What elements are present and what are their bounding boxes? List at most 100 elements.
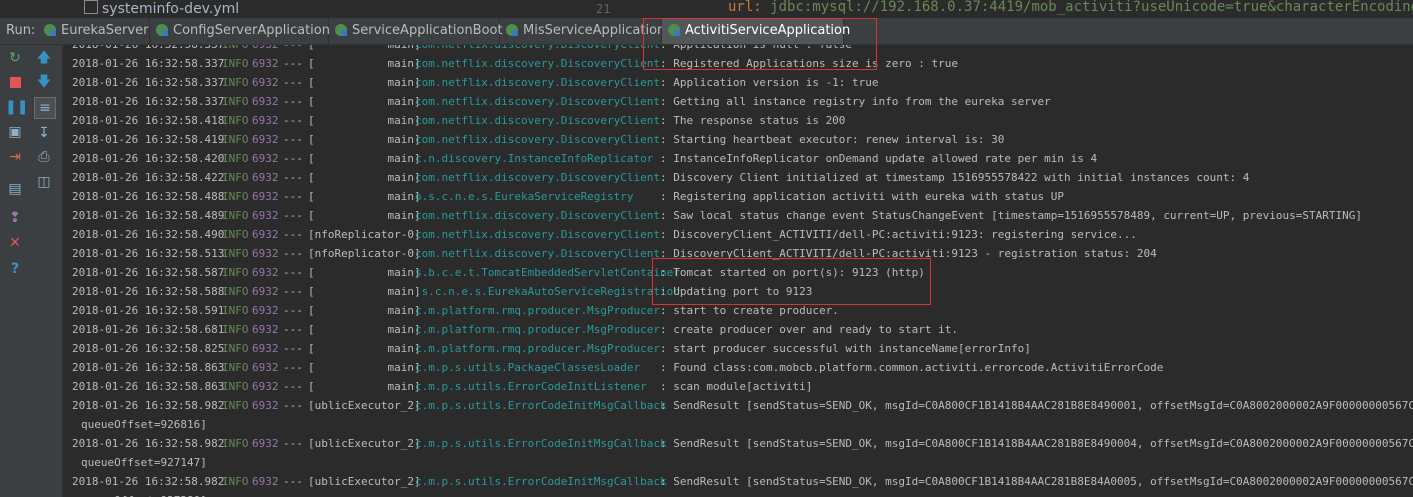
- log-thread: [ main]: [308, 380, 421, 393]
- log-continuation: queueOffset=927147]: [81, 456, 207, 469]
- log-level: INFO: [222, 228, 249, 241]
- log-message: : Registering application activiti with …: [660, 190, 1064, 203]
- down-arrow-icon[interactable]: 🡇: [34, 72, 54, 92]
- editor-file-tab[interactable]: systeminfo-dev.yml: [84, 0, 239, 17]
- up-arrow-icon[interactable]: 🡅: [34, 48, 54, 68]
- log-separator: ---: [283, 209, 303, 222]
- log-logger: c.m.platform.rmq.producer.MsgProducer: [415, 304, 661, 317]
- log-level: INFO: [222, 57, 249, 70]
- log-message: : DiscoveryClient_ACTIVITI/dell-PC:activ…: [660, 228, 1137, 241]
- log-logger: c.m.p.s.utils.ErrorCodeInitMsgCallback: [415, 437, 667, 450]
- code-line: url: jdbc:mysql://192.168.0.37:4419/mob_…: [728, 0, 1413, 15]
- tab-label: EurekaServer: [61, 23, 149, 38]
- log-separator: ---: [283, 475, 303, 488]
- log-timestamp: 2018-01-26 16:32:58.591: [72, 304, 225, 317]
- log-message: : Discovery Client initialized at timest…: [660, 171, 1250, 184]
- log-thread: [ main]: [308, 190, 421, 203]
- log-timestamp: 2018-01-26 16:32:58.982: [72, 437, 225, 450]
- log-line: 2018-01-26 16:32:58.488 INFO 6932 --- [ main…: [63, 187, 1413, 206]
- log-pid: 6932: [252, 228, 279, 241]
- camera-icon[interactable]: ▣: [5, 122, 25, 142]
- log-pid: 6932: [252, 342, 279, 355]
- log-pid: 6932: [252, 114, 279, 127]
- log-pid: 6932: [252, 209, 279, 222]
- help-icon[interactable]: ?: [5, 259, 25, 279]
- log-thread: [ublicExecutor_2]: [308, 399, 421, 412]
- log-logger: com.netflix.discovery.DiscoveryClient: [415, 209, 661, 222]
- log-logger: com.netflix.discovery.DiscoveryClient: [415, 228, 661, 241]
- log-logger: com.netflix.discovery.DiscoveryClient: [415, 57, 661, 70]
- log-separator: ---: [283, 266, 303, 279]
- log-line: 2018-01-26 16:32:58.418 INFO 6932 --- [ main…: [63, 111, 1413, 130]
- log-timestamp: 2018-01-26 16:32:58.489: [72, 209, 225, 222]
- log-pid: 6932: [252, 285, 279, 298]
- tab-service-application-boot[interactable]: ServiceApplicationBoot: [329, 18, 503, 44]
- log-level: INFO: [222, 95, 249, 108]
- scroll-to-end-icon[interactable]: ↧: [34, 123, 54, 143]
- log-timestamp: 2018-01-26 16:32:58.681: [72, 323, 225, 336]
- exit-icon[interactable]: ⇥: [5, 147, 25, 167]
- log-thread: [ main]: [308, 57, 421, 70]
- log-timestamp: 2018-01-26 16:32:58.337: [72, 95, 225, 108]
- layout-icon[interactable]: ▤: [5, 179, 25, 199]
- log-message: : InstanceInfoReplicator onDemand update…: [660, 152, 1098, 165]
- log-line: 2018-01-26 16:32:58.863 INFO 6932 --- [ main…: [63, 377, 1413, 396]
- log-separator: ---: [283, 247, 303, 260]
- log-message: : Saw local status change event StatusCh…: [660, 209, 1362, 222]
- log-thread: [ main]: [308, 266, 421, 279]
- rerun-icon[interactable]: ↻: [5, 48, 25, 68]
- tab-config-server-application[interactable]: ConfigServerApplication: [150, 18, 330, 44]
- log-level: INFO: [222, 437, 249, 450]
- stop-icon[interactable]: [5, 73, 25, 93]
- log-level: INFO: [222, 380, 249, 393]
- pin-icon[interactable]: ❢: [5, 208, 25, 228]
- log-level: INFO: [222, 342, 249, 355]
- run-label: Run:: [6, 23, 36, 38]
- code-value: jdbc:mysql://192.168.0.37:4419/mob_activ…: [770, 0, 1413, 15]
- close-icon[interactable]: ✕: [5, 233, 25, 253]
- log-message: : Starting heartbeat executor: renew int…: [660, 133, 1005, 146]
- log-message: : Found class:com.mobcb.platform.common.…: [660, 361, 1164, 374]
- log-separator: ---: [283, 380, 303, 393]
- log-thread: [ main]: [308, 361, 421, 374]
- log-separator: ---: [283, 133, 303, 146]
- pause-icon[interactable]: ❚❚: [5, 97, 28, 117]
- log-separator: ---: [283, 361, 303, 374]
- log-message: : start producer successful with instanc…: [660, 342, 1031, 355]
- log-line: 2018-01-26 16:32:58.982 INFO 6932 --- [ublic…: [63, 396, 1413, 415]
- log-separator: ---: [283, 323, 303, 336]
- log-pid: 6932: [252, 304, 279, 317]
- log-level: INFO: [222, 190, 249, 203]
- log-thread: [ublicExecutor_2]: [308, 437, 421, 450]
- log-separator: ---: [283, 57, 303, 70]
- log-pid: 6932: [252, 266, 279, 279]
- log-separator: ---: [283, 228, 303, 241]
- log-pid: 6932: [252, 437, 279, 450]
- log-separator: ---: [283, 171, 303, 184]
- log-separator: ---: [283, 152, 303, 165]
- log-logger: com.netflix.discovery.DiscoveryClient: [415, 76, 661, 89]
- log-pid: 6932: [252, 247, 279, 260]
- soft-wrap-icon[interactable]: ≡: [34, 97, 56, 119]
- log-pid: 6932: [252, 133, 279, 146]
- log-separator: ---: [283, 114, 303, 127]
- print-icon[interactable]: ⎙: [34, 147, 54, 167]
- log-line: 2018-01-26 16:32:58.982 INFO 6932 --- [ublic…: [63, 434, 1413, 453]
- log-level: INFO: [222, 475, 249, 488]
- log-thread: [ main]: [308, 285, 421, 298]
- log-message: : scan module[activiti]: [660, 380, 813, 393]
- trash-icon[interactable]: ◫: [34, 172, 54, 192]
- log-level: INFO: [222, 285, 249, 298]
- log-thread: [ main]: [308, 95, 421, 108]
- tab-eureka-server[interactable]: EurekaServer: [38, 18, 150, 44]
- log-timestamp: 2018-01-26 16:32:58.863: [72, 380, 225, 393]
- log-separator: ---: [283, 76, 303, 89]
- log-thread: [ main]: [308, 152, 421, 165]
- log-message: : Getting all instance registry info fro…: [660, 95, 1051, 108]
- tab-mis-service-application[interactable]: MisServiceApplication: [500, 18, 665, 44]
- log-line: 2018-01-26 16:32:58.681 INFO 6932 --- [ main…: [63, 320, 1413, 339]
- log-level: INFO: [222, 171, 249, 184]
- log-pid: 6932: [252, 475, 279, 488]
- log-thread: [ main]: [308, 304, 421, 317]
- log-thread: [ main]: [308, 133, 421, 146]
